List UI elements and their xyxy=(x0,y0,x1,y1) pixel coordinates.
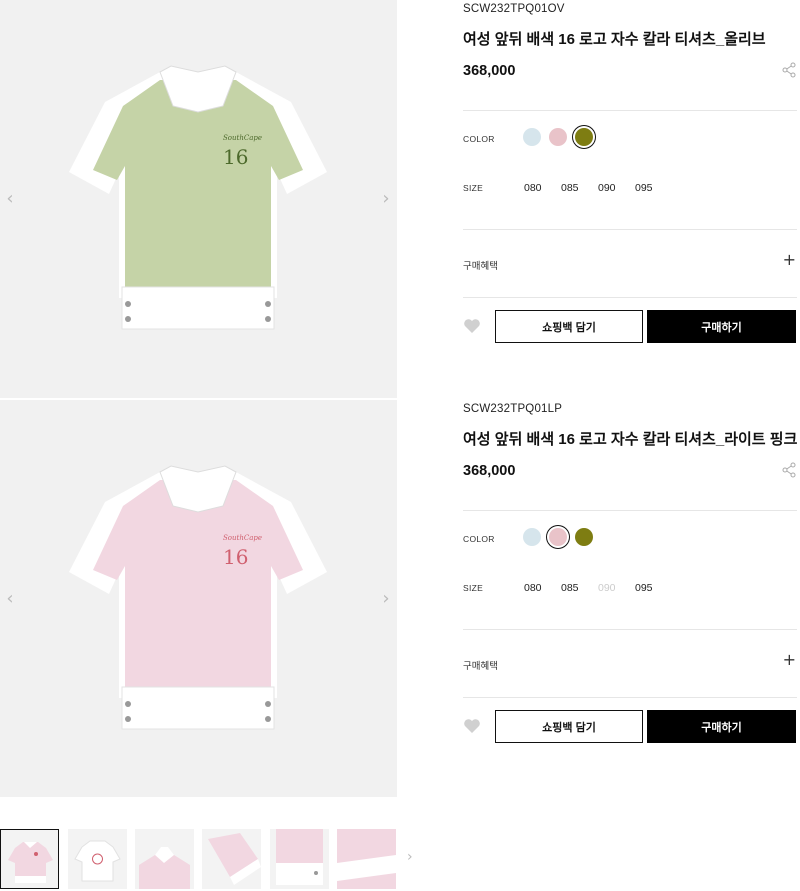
size-label: SIZE xyxy=(463,583,484,593)
purchase-benefit-label[interactable]: 구매혜택 xyxy=(463,658,498,672)
product-block-light-pink: ‹ SouthCape 16 › SCW232TPQ01LP 여성 앞뒤 배색 … xyxy=(0,400,800,797)
logo-number-text: 16 xyxy=(223,545,248,569)
color-swatch-light-pink[interactable] xyxy=(549,528,567,546)
product-image-pane: ‹ SouthCape 16 › xyxy=(0,0,397,398)
color-label: COLOR xyxy=(463,534,495,544)
thumbnail-hem-detail[interactable] xyxy=(270,829,329,889)
color-swatch-olive[interactable] xyxy=(575,128,593,146)
size-label: SIZE xyxy=(463,183,484,193)
size-option-080[interactable]: 080 xyxy=(524,182,561,194)
divider xyxy=(463,297,797,298)
product-title: 여성 앞뒤 배색 16 로고 자수 칼라 티셔츠_올리브 xyxy=(463,31,766,48)
product-sku: SCW232TPQ01OV xyxy=(463,3,565,15)
logo-script-text: SouthCape xyxy=(223,534,262,542)
product-image-pane: ‹ SouthCape 16 › xyxy=(0,400,397,797)
size-option-085[interactable]: 085 xyxy=(561,582,598,594)
product-block-olive: ‹ SouthCape 16 › SCW232TPQ01OV 여성 앞뒤 배색 … xyxy=(0,0,800,398)
size-option-095[interactable]: 095 xyxy=(635,182,672,194)
size-option-080[interactable]: 080 xyxy=(524,582,561,594)
purchase-benefit-label[interactable]: 구매혜택 xyxy=(463,258,498,272)
product-sku: SCW232TPQ01LP xyxy=(463,403,563,415)
logo-script-text: SouthCape xyxy=(223,134,262,142)
size-option-085[interactable]: 085 xyxy=(561,182,598,194)
size-option-090[interactable]: 090 xyxy=(598,182,635,194)
thumbnail-fabric-detail[interactable] xyxy=(337,829,396,889)
size-option-090: 090 xyxy=(598,582,616,594)
product-title: 여성 앞뒤 배색 16 로고 자수 칼라 티셔츠_라이트 핑크 xyxy=(463,431,798,448)
chevron-left-icon[interactable]: ‹ xyxy=(3,189,17,209)
buy-now-button[interactable]: 구매하기 xyxy=(647,710,796,743)
size-option-095[interactable]: 095 xyxy=(635,582,672,594)
color-swatch-light-blue[interactable] xyxy=(523,528,541,546)
plus-icon[interactable]: + xyxy=(783,252,796,268)
size-options: 080 085 090 095 xyxy=(524,582,672,594)
size-options: 080 085 090 095 xyxy=(524,182,672,194)
share-icon[interactable] xyxy=(781,462,797,478)
add-to-bag-button[interactable]: 쇼핑백 담기 xyxy=(495,710,643,743)
thumbnail-front-white-logo[interactable] xyxy=(68,829,127,889)
heart-icon[interactable] xyxy=(463,318,481,334)
chevron-left-icon[interactable]: ‹ xyxy=(3,588,17,609)
product-price: 368,000 xyxy=(463,63,516,79)
product-info: SCW232TPQ01OV 여성 앞뒤 배색 16 로고 자수 칼라 티셔츠_올… xyxy=(463,0,797,398)
color-swatch-light-blue[interactable] xyxy=(523,128,541,146)
add-to-bag-button[interactable]: 쇼핑백 담기 xyxy=(495,310,643,343)
thumbnail-front-pink[interactable] xyxy=(0,829,59,889)
chevron-right-icon[interactable]: › xyxy=(379,588,393,609)
chevron-right-icon[interactable]: › xyxy=(407,849,413,865)
color-swatches xyxy=(523,128,593,146)
plus-icon[interactable]: + xyxy=(783,652,796,668)
color-swatch-olive[interactable] xyxy=(575,528,593,546)
heart-icon[interactable] xyxy=(463,718,481,734)
color-swatch-light-pink[interactable] xyxy=(549,128,567,146)
color-swatches xyxy=(523,528,593,546)
divider xyxy=(463,629,797,630)
logo-number-text: 16 xyxy=(223,145,248,169)
divider xyxy=(463,110,797,111)
thumbnail-strip: › xyxy=(0,829,800,891)
divider xyxy=(463,697,797,698)
product-image-shirt: SouthCape 16 xyxy=(69,465,327,730)
product-image-shirt: SouthCape 16 xyxy=(69,65,327,330)
chevron-right-icon[interactable]: › xyxy=(379,189,393,209)
share-icon[interactable] xyxy=(781,62,797,78)
color-label: COLOR xyxy=(463,134,495,144)
product-info: SCW232TPQ01LP 여성 앞뒤 배색 16 로고 자수 칼라 티셔츠_라… xyxy=(463,400,797,797)
buy-now-button[interactable]: 구매하기 xyxy=(647,310,796,343)
divider xyxy=(463,229,797,230)
product-price: 368,000 xyxy=(463,463,516,479)
thumbnail-back-detail[interactable] xyxy=(135,829,194,889)
thumbnail-sleeve-detail[interactable] xyxy=(202,829,261,889)
divider xyxy=(463,510,797,511)
